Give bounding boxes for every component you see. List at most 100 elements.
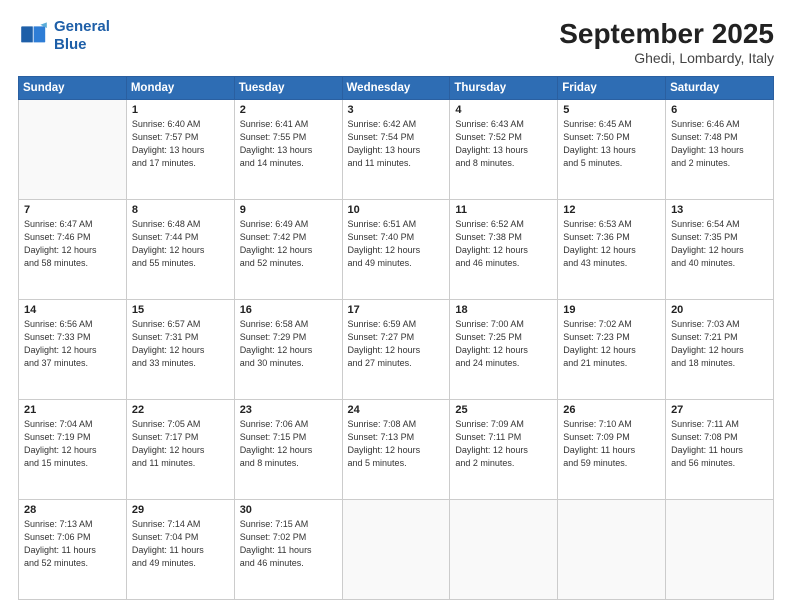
day-number: 19 — [563, 304, 660, 316]
day-cell: 13 Sunrise: 6:54 AM Sunset: 7:35 PM Dayli… — [666, 200, 774, 300]
day-info: Sunrise: 7:15 AM Sunset: 7:02 PM Dayligh… — [240, 518, 337, 570]
day-number: 13 — [671, 204, 768, 216]
day-cell: 3 Sunrise: 6:42 AM Sunset: 7:54 PM Daylig… — [342, 100, 450, 200]
page: General Blue September 2025 Ghedi, Lomba… — [0, 0, 792, 612]
day-info: Sunrise: 7:09 AM Sunset: 7:11 PM Dayligh… — [455, 418, 552, 470]
day-number: 30 — [240, 504, 337, 516]
day-cell — [450, 500, 558, 600]
day-info: Sunrise: 6:40 AM Sunset: 7:57 PM Dayligh… — [132, 118, 229, 170]
day-info: Sunrise: 6:51 AM Sunset: 7:40 PM Dayligh… — [348, 218, 445, 270]
day-info: Sunrise: 6:41 AM Sunset: 7:55 PM Dayligh… — [240, 118, 337, 170]
day-number: 6 — [671, 104, 768, 116]
day-number: 17 — [348, 304, 445, 316]
weekday-header-friday: Friday — [558, 77, 666, 100]
weekday-header-saturday: Saturday — [666, 77, 774, 100]
day-number: 14 — [24, 304, 121, 316]
weekday-header-monday: Monday — [126, 77, 234, 100]
day-cell: 26 Sunrise: 7:10 AM Sunset: 7:09 PM Dayli… — [558, 400, 666, 500]
day-info: Sunrise: 6:43 AM Sunset: 7:52 PM Dayligh… — [455, 118, 552, 170]
day-number: 16 — [240, 304, 337, 316]
calendar-table: SundayMondayTuesdayWednesdayThursdayFrid… — [18, 76, 774, 600]
logo-icon — [18, 20, 50, 52]
day-number: 20 — [671, 304, 768, 316]
month-title: September 2025 — [559, 18, 774, 50]
day-number: 27 — [671, 404, 768, 416]
day-number: 23 — [240, 404, 337, 416]
day-number: 1 — [132, 104, 229, 116]
day-info: Sunrise: 6:59 AM Sunset: 7:27 PM Dayligh… — [348, 318, 445, 370]
week-row-4: 21 Sunrise: 7:04 AM Sunset: 7:19 PM Dayli… — [19, 400, 774, 500]
weekday-header-wednesday: Wednesday — [342, 77, 450, 100]
week-row-3: 14 Sunrise: 6:56 AM Sunset: 7:33 PM Dayli… — [19, 300, 774, 400]
day-info: Sunrise: 6:57 AM Sunset: 7:31 PM Dayligh… — [132, 318, 229, 370]
logo-text: General Blue — [54, 18, 110, 54]
day-cell: 14 Sunrise: 6:56 AM Sunset: 7:33 PM Dayli… — [19, 300, 127, 400]
day-info: Sunrise: 7:04 AM Sunset: 7:19 PM Dayligh… — [24, 418, 121, 470]
day-cell: 12 Sunrise: 6:53 AM Sunset: 7:36 PM Dayli… — [558, 200, 666, 300]
logo: General Blue — [18, 18, 110, 54]
day-number: 24 — [348, 404, 445, 416]
day-number: 10 — [348, 204, 445, 216]
day-info: Sunrise: 7:13 AM Sunset: 7:06 PM Dayligh… — [24, 518, 121, 570]
day-cell: 19Sunrise: 7:02 AM Sunset: 7:23 PM Dayli… — [558, 300, 666, 400]
day-cell: 15Sunrise: 6:57 AM Sunset: 7:31 PM Dayli… — [126, 300, 234, 400]
day-number: 12 — [563, 204, 660, 216]
week-row-5: 28Sunrise: 7:13 AM Sunset: 7:06 PM Dayli… — [19, 500, 774, 600]
day-info: Sunrise: 6:54 AM Sunset: 7:35 PM Dayligh… — [671, 218, 768, 270]
title-block: September 2025 Ghedi, Lombardy, Italy — [559, 18, 774, 66]
week-row-1: 1 Sunrise: 6:40 AM Sunset: 7:57 PM Daylig… — [19, 100, 774, 200]
day-cell: 28Sunrise: 7:13 AM Sunset: 7:06 PM Dayli… — [19, 500, 127, 600]
day-info: Sunrise: 7:00 AM Sunset: 7:25 PM Dayligh… — [455, 318, 552, 370]
day-number: 26 — [563, 404, 660, 416]
day-cell: 23 Sunrise: 7:06 AM Sunset: 7:15 PM Dayli… — [234, 400, 342, 500]
day-number: 5 — [563, 104, 660, 116]
day-cell: 11Sunrise: 6:52 AM Sunset: 7:38 PM Dayli… — [450, 200, 558, 300]
day-info: Sunrise: 7:08 AM Sunset: 7:13 PM Dayligh… — [348, 418, 445, 470]
day-number: 4 — [455, 104, 552, 116]
day-info: Sunrise: 6:45 AM Sunset: 7:50 PM Dayligh… — [563, 118, 660, 170]
day-number: 3 — [348, 104, 445, 116]
day-number: 18 — [455, 304, 552, 316]
day-info: Sunrise: 7:11 AM Sunset: 7:08 PM Dayligh… — [671, 418, 768, 470]
day-info: Sunrise: 6:53 AM Sunset: 7:36 PM Dayligh… — [563, 218, 660, 270]
day-cell — [19, 100, 127, 200]
day-cell: 20Sunrise: 7:03 AM Sunset: 7:21 PM Dayli… — [666, 300, 774, 400]
day-cell: 6 Sunrise: 6:46 AM Sunset: 7:48 PM Daylig… — [666, 100, 774, 200]
day-info: Sunrise: 6:49 AM Sunset: 7:42 PM Dayligh… — [240, 218, 337, 270]
day-info: Sunrise: 7:05 AM Sunset: 7:17 PM Dayligh… — [132, 418, 229, 470]
day-info: Sunrise: 6:47 AM Sunset: 7:46 PM Dayligh… — [24, 218, 121, 270]
day-cell — [666, 500, 774, 600]
day-cell: 16 Sunrise: 6:58 AM Sunset: 7:29 PM Dayli… — [234, 300, 342, 400]
day-info: Sunrise: 6:56 AM Sunset: 7:33 PM Dayligh… — [24, 318, 121, 370]
day-info: Sunrise: 6:42 AM Sunset: 7:54 PM Dayligh… — [348, 118, 445, 170]
day-info: Sunrise: 6:58 AM Sunset: 7:29 PM Dayligh… — [240, 318, 337, 370]
day-number: 8 — [132, 204, 229, 216]
day-info: Sunrise: 6:46 AM Sunset: 7:48 PM Dayligh… — [671, 118, 768, 170]
day-cell — [342, 500, 450, 600]
day-info: Sunrise: 7:10 AM Sunset: 7:09 PM Dayligh… — [563, 418, 660, 470]
day-number: 2 — [240, 104, 337, 116]
day-cell: 8 Sunrise: 6:48 AM Sunset: 7:44 PM Daylig… — [126, 200, 234, 300]
day-cell: 30 Sunrise: 7:15 AM Sunset: 7:02 PM Dayli… — [234, 500, 342, 600]
day-cell: 4 Sunrise: 6:43 AM Sunset: 7:52 PM Daylig… — [450, 100, 558, 200]
day-cell: 5 Sunrise: 6:45 AM Sunset: 7:50 PM Daylig… — [558, 100, 666, 200]
day-cell: 24 Sunrise: 7:08 AM Sunset: 7:13 PM Dayli… — [342, 400, 450, 500]
day-cell — [558, 500, 666, 600]
day-cell: 18 Sunrise: 7:00 AM Sunset: 7:25 PM Dayli… — [450, 300, 558, 400]
day-cell: 21 Sunrise: 7:04 AM Sunset: 7:19 PM Dayli… — [19, 400, 127, 500]
day-info: Sunrise: 7:06 AM Sunset: 7:15 PM Dayligh… — [240, 418, 337, 470]
day-info: Sunrise: 7:14 AM Sunset: 7:04 PM Dayligh… — [132, 518, 229, 570]
day-number: 21 — [24, 404, 121, 416]
day-info: Sunrise: 6:48 AM Sunset: 7:44 PM Dayligh… — [132, 218, 229, 270]
day-cell: 17 Sunrise: 6:59 AM Sunset: 7:27 PM Dayli… — [342, 300, 450, 400]
weekday-header-tuesday: Tuesday — [234, 77, 342, 100]
day-cell: 10 Sunrise: 6:51 AM Sunset: 7:40 PM Dayli… — [342, 200, 450, 300]
weekday-header-row: SundayMondayTuesdayWednesdayThursdayFrid… — [19, 77, 774, 100]
day-number: 22 — [132, 404, 229, 416]
day-number: 7 — [24, 204, 121, 216]
day-cell: 25 Sunrise: 7:09 AM Sunset: 7:11 PM Dayli… — [450, 400, 558, 500]
day-number: 25 — [455, 404, 552, 416]
day-number: 11 — [455, 204, 552, 216]
day-cell: 1 Sunrise: 6:40 AM Sunset: 7:57 PM Daylig… — [126, 100, 234, 200]
day-cell: 7 Sunrise: 6:47 AM Sunset: 7:46 PM Daylig… — [19, 200, 127, 300]
